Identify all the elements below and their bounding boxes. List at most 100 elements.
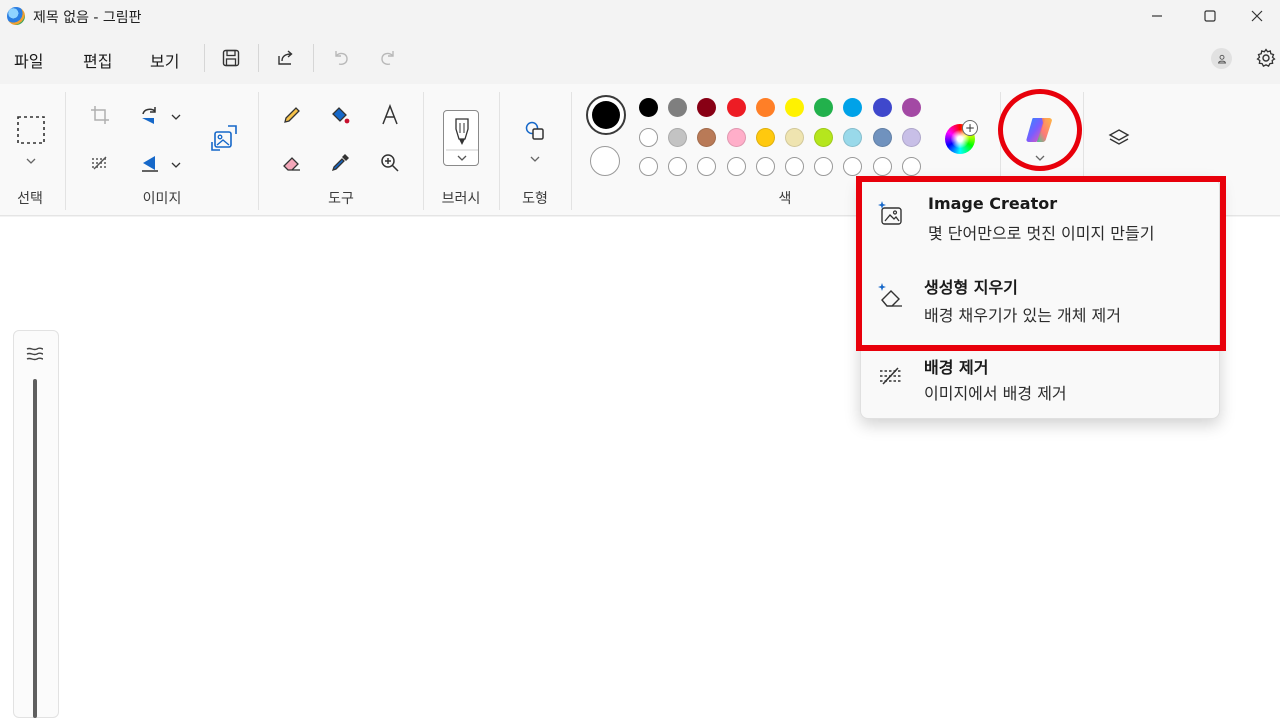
eyedropper-icon [331, 154, 349, 172]
color-swatch[interactable] [726, 98, 746, 117]
rotate-button[interactable] [134, 99, 166, 131]
pencil-button[interactable] [276, 99, 308, 131]
custom-color-slot[interactable] [872, 157, 892, 176]
rectangle-select-icon [17, 116, 45, 144]
remove-background-tool-button[interactable] [84, 147, 116, 179]
gear-icon [1256, 48, 1276, 67]
text-icon [382, 104, 398, 125]
paint-app-icon [7, 7, 25, 25]
ribbon-divider [571, 92, 572, 210]
ribbon-divider [258, 92, 259, 210]
color-swatch[interactable] [785, 98, 804, 117]
color-swatch[interactable] [726, 128, 746, 147]
copilot-highlight-circle [998, 89, 1082, 171]
shapes-dropdown-chevron[interactable] [529, 150, 541, 162]
close-button[interactable] [1234, 0, 1280, 32]
minimize-icon [1152, 15, 1162, 17]
color-swatch[interactable] [755, 128, 775, 147]
close-icon [1251, 10, 1263, 22]
remove-background-icon [92, 156, 108, 170]
custom-color-slot[interactable] [785, 157, 804, 176]
text-button[interactable] [374, 99, 406, 131]
color-picker-button[interactable] [324, 147, 356, 179]
minimize-button[interactable] [1134, 0, 1180, 32]
zoom-in-icon [381, 154, 399, 172]
group-label-shapes: 도형 [522, 191, 548, 207]
group-label-colors: 색 [778, 191, 792, 207]
chevron-down-icon [171, 114, 181, 120]
zoom-level-icon [26, 347, 44, 361]
undo-icon [335, 51, 348, 65]
undo-button[interactable] [327, 44, 355, 72]
color-swatch[interactable] [901, 128, 921, 147]
chevron-down-icon [171, 162, 181, 168]
custom-color-slot[interactable] [639, 157, 658, 176]
group-label-tools: 도구 [328, 191, 354, 207]
brush-selector[interactable] [443, 110, 479, 166]
remove-background-description: 이미지에서 배경 제거 [924, 384, 1067, 403]
remove-background-title: 배경 제거 [924, 358, 989, 377]
custom-color-slot[interactable] [726, 157, 746, 176]
crop-icon [91, 106, 109, 124]
color-swatch[interactable] [755, 98, 775, 117]
menu-edit[interactable]: 편집 [83, 48, 112, 72]
select-dropdown-chevron[interactable] [25, 152, 37, 164]
secondary-color-swatch[interactable] [590, 146, 620, 176]
share-button[interactable] [272, 44, 300, 72]
shapes-button[interactable] [519, 115, 551, 147]
shapes-icon [525, 121, 544, 140]
layers-icon [1108, 129, 1130, 145]
user-icon [1217, 54, 1226, 63]
color-swatch[interactable] [639, 128, 658, 147]
layers-button[interactable] [1103, 122, 1135, 154]
menu-file[interactable]: 파일 [14, 48, 43, 72]
custom-color-slot[interactable] [755, 157, 775, 176]
resize-image-icon [211, 125, 237, 151]
chevron-down-icon [530, 156, 540, 162]
brush-icon [446, 118, 478, 161]
fill-button[interactable] [324, 99, 356, 131]
zoom-slider-track[interactable] [33, 379, 37, 718]
flip-icon [142, 156, 158, 172]
primary-color-swatch[interactable] [586, 95, 626, 135]
color-swatch[interactable] [901, 98, 921, 117]
resize-button[interactable] [207, 121, 241, 155]
custom-color-slot[interactable] [901, 157, 921, 176]
redo-button[interactable] [374, 44, 402, 72]
pencil-icon [284, 107, 300, 123]
paint-bucket-icon [332, 107, 350, 124]
menu-divider [258, 44, 259, 72]
title-bar: 제목 없음 - 그림판 [0, 0, 1280, 32]
eraser-icon [283, 157, 300, 171]
rotate-dropdown-chevron[interactable] [170, 108, 182, 120]
ribbon-divider [65, 92, 66, 210]
account-avatar[interactable] [1211, 48, 1232, 69]
save-icon [222, 49, 240, 67]
chevron-down-icon [26, 158, 36, 164]
add-color-plus-icon: + [962, 120, 978, 136]
flip-button[interactable] [134, 147, 166, 179]
rotate-icon [142, 107, 156, 124]
menu-item-remove-background[interactable]: 배경 제거 이미지에서 배경 제거 [860, 350, 1220, 428]
eraser-button[interactable] [276, 147, 308, 179]
color-swatch[interactable] [785, 128, 804, 147]
maximize-icon [1204, 10, 1216, 22]
crop-button[interactable] [84, 99, 116, 131]
menu-view[interactable]: 보기 [150, 48, 179, 72]
group-label-select: 선택 [17, 191, 43, 207]
save-button[interactable] [217, 44, 245, 72]
menu-divider [204, 44, 205, 72]
redo-icon [381, 51, 394, 65]
select-button[interactable] [14, 113, 48, 147]
settings-button[interactable] [1252, 44, 1280, 72]
maximize-button[interactable] [1187, 0, 1233, 32]
color-swatch[interactable] [872, 128, 892, 147]
ribbon-divider [499, 92, 500, 210]
menu-divider [313, 44, 314, 72]
color-swatch[interactable] [872, 98, 892, 117]
flip-dropdown-chevron[interactable] [170, 156, 182, 168]
color-swatch[interactable] [639, 98, 658, 117]
window-title: 제목 없음 - 그림판 [33, 10, 142, 26]
magnifier-button[interactable] [374, 147, 406, 179]
remove-background-icon [877, 362, 905, 390]
